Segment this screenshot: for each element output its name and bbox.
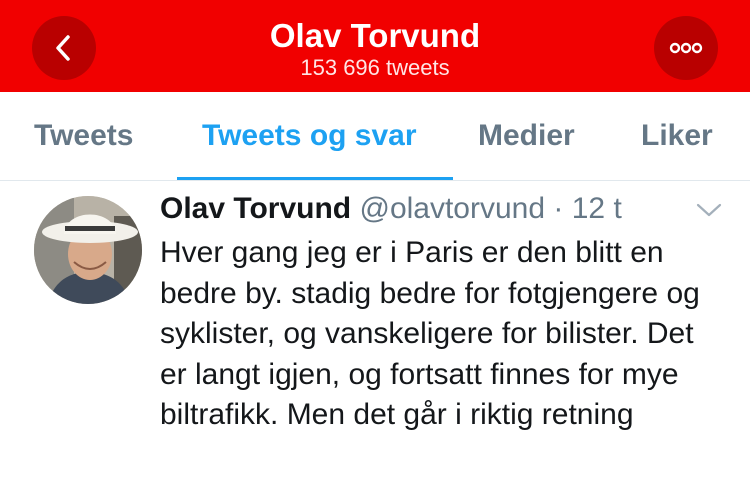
tweet-time: 12 t (571, 192, 622, 225)
tweet-text: Hver gang jeg er i Paris er den blitt en… (160, 236, 700, 431)
more-options-button[interactable] (654, 16, 718, 80)
profile-name-title: Olav Torvund (269, 17, 481, 54)
tab-liker[interactable]: Liker (641, 92, 713, 180)
tab-tweets-og-svar[interactable]: Tweets og svar (202, 92, 417, 180)
tweet-menu-button[interactable] (694, 200, 724, 220)
profile-tabs: Tweets Tweets og svar Medier Liker (0, 92, 750, 181)
tweet-count: 153 696 tweets (300, 55, 450, 80)
chevron-down-icon (696, 203, 722, 217)
time-separator: · (553, 192, 564, 225)
display-name[interactable]: Olav Torvund (160, 192, 351, 225)
profile-header: Olav Torvund 153 696 tweets (0, 0, 750, 92)
tweet-header: Olav Torvund @olavtorvund · 12 t (160, 190, 622, 228)
avatar[interactable] (34, 196, 142, 304)
active-tab-indicator (177, 177, 453, 180)
tab-medier[interactable]: Medier (478, 92, 575, 180)
tab-tweets[interactable]: Tweets (34, 92, 133, 180)
avatar-photo (34, 196, 142, 304)
ellipsis-icon (669, 42, 703, 54)
handle[interactable]: @olavtorvund (359, 192, 545, 225)
